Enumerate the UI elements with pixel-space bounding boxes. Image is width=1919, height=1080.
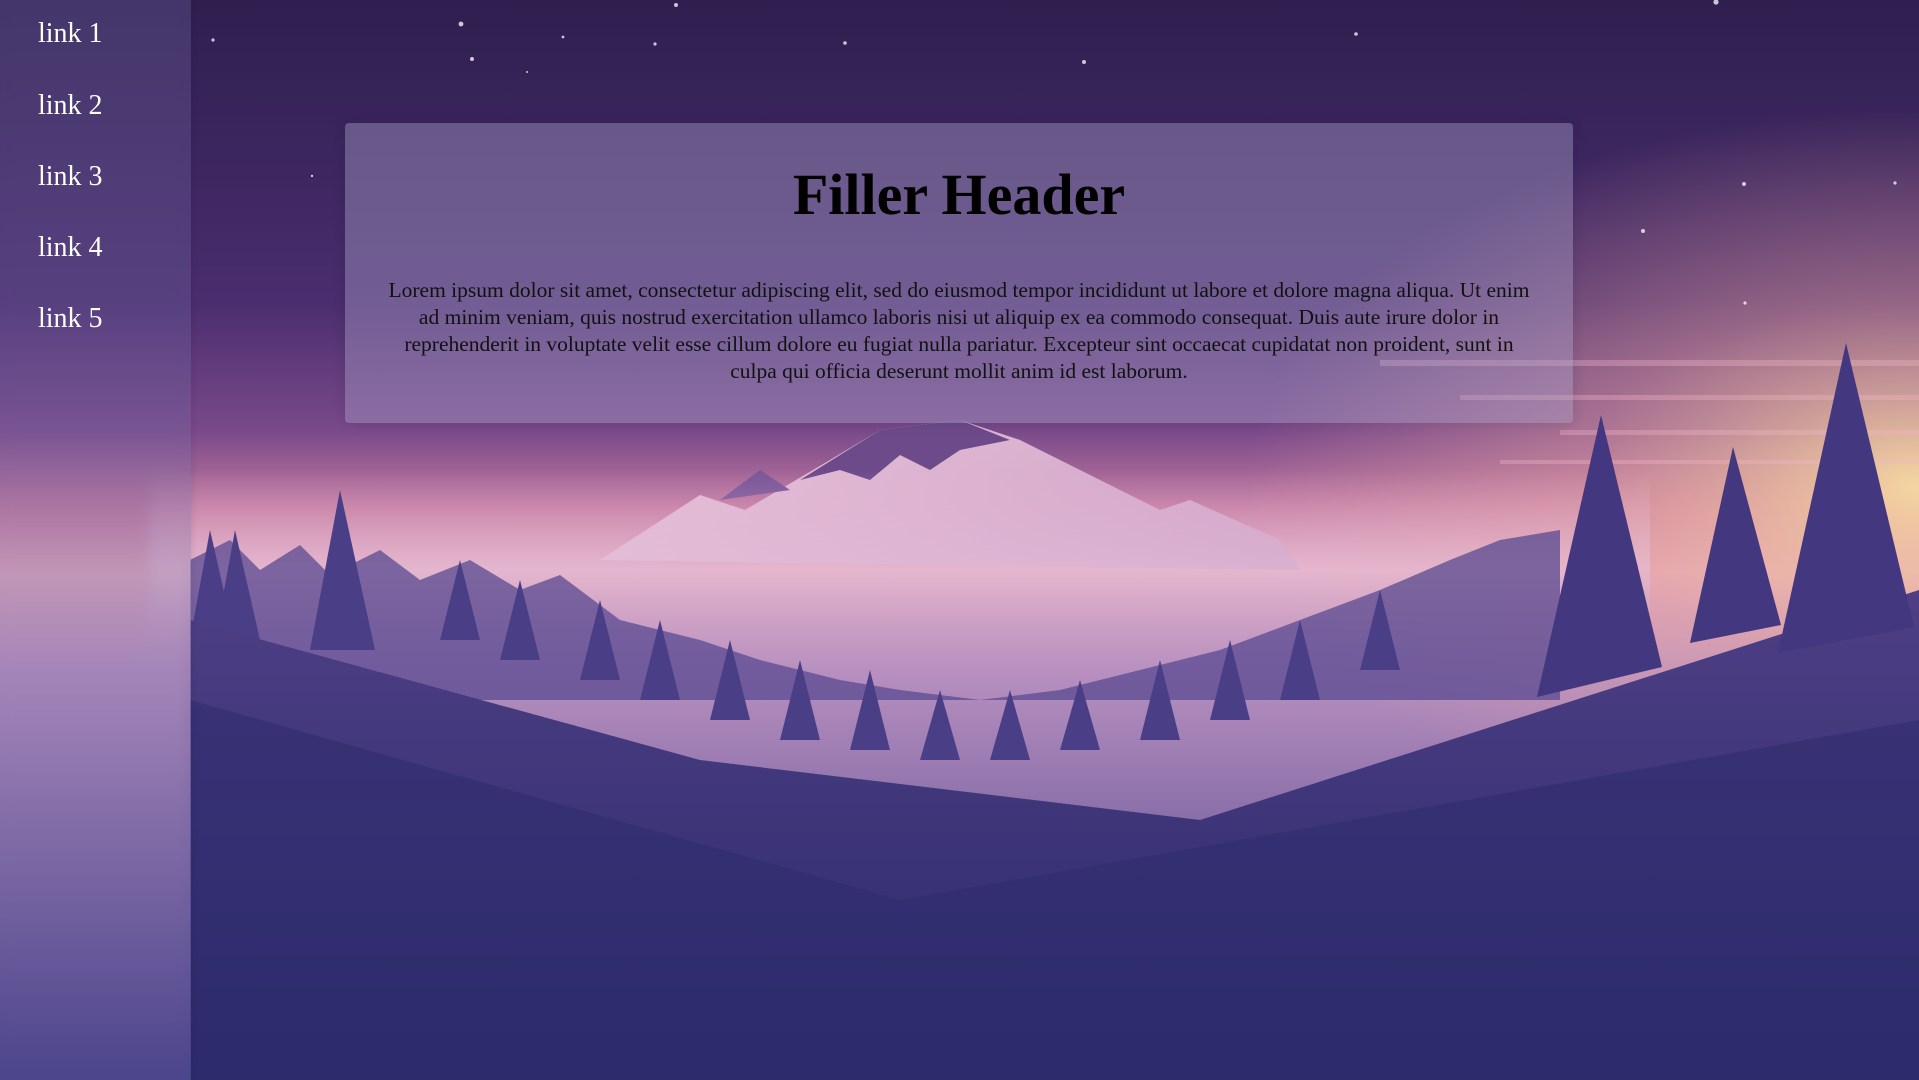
sidebar: link 1 link 2 link 3 link 4 link 5 [0,0,191,1080]
sidebar-link-1[interactable]: link 1 [38,20,103,48]
content-card: Filler Header Lorem ipsum dolor sit amet… [345,123,1573,423]
page: link 1 link 2 link 3 link 4 link 5 Fille… [0,0,1919,1080]
sidebar-link-3[interactable]: link 3 [38,163,103,191]
sidebar-link-5[interactable]: link 5 [38,305,103,333]
page-title: Filler Header [792,162,1126,227]
sidebar-link-2[interactable]: link 2 [38,92,103,120]
body-text: Lorem ipsum dolor sit amet, consectetur … [388,278,1530,383]
sidebar-link-4[interactable]: link 4 [38,234,103,262]
